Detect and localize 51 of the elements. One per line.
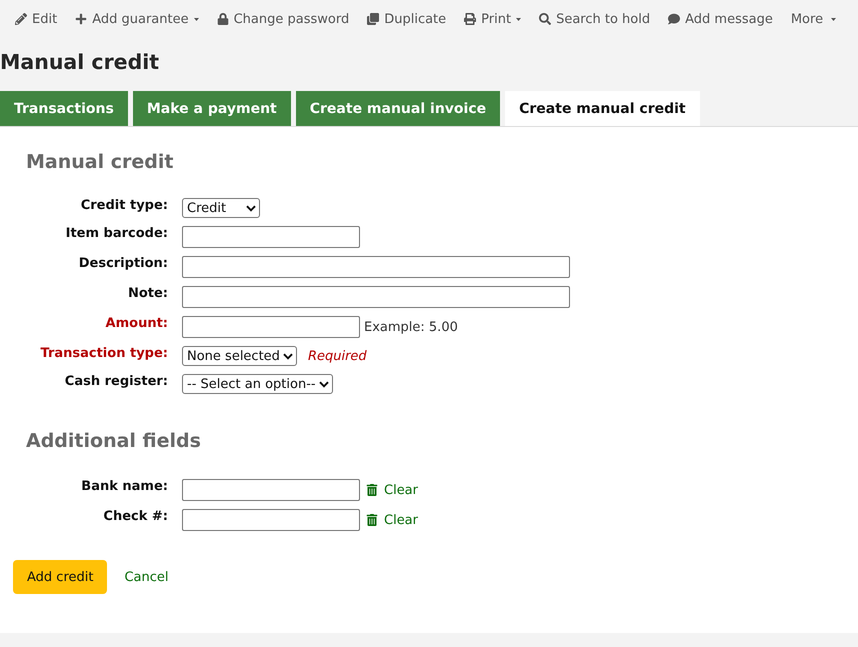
toolbar-button[interactable]: Duplicate: [358, 5, 456, 33]
add-credit-button[interactable]: Add credit: [13, 560, 108, 594]
search-icon: [539, 13, 552, 25]
chevron-down-icon: [318, 380, 329, 388]
copy-icon: [367, 13, 380, 25]
tab[interactable]: Create manual invoice: [296, 91, 500, 126]
plus-icon: [75, 13, 88, 25]
clear-link[interactable]: Clear: [366, 482, 418, 498]
field-label: Bank name:: [80, 479, 168, 495]
speech-bubble-icon: [668, 13, 680, 25]
clear-link[interactable]: Clear: [366, 512, 418, 528]
trash-icon: [366, 514, 378, 526]
field-label: Note:: [126, 286, 168, 302]
tab[interactable]: Create manual credit: [505, 91, 700, 126]
field-label: Amount:: [104, 316, 168, 332]
input-field[interactable]: [182, 226, 360, 248]
input-field[interactable]: [182, 479, 360, 501]
required-text: Required: [308, 348, 367, 364]
section-heading: Additional fields: [26, 429, 202, 453]
toolbar-button[interactable]: Edit: [6, 5, 66, 33]
trash-icon: [366, 484, 378, 496]
field-label: Item barcode:: [64, 226, 168, 242]
field-label: Check #:: [102, 509, 168, 525]
toolbar-button[interactable]: Search to hold: [530, 5, 660, 33]
input-field[interactable]: [182, 316, 360, 338]
dropdown-select[interactable]: None selected: [182, 346, 297, 366]
field-label: Credit type:: [80, 198, 168, 214]
input-field[interactable]: [182, 256, 570, 278]
field-label: Description:: [78, 256, 168, 272]
toolbar-button[interactable]: Add guarantee: [66, 5, 208, 33]
hint-text: Example: 5.00: [364, 320, 458, 334]
chevron-down-icon: [246, 204, 256, 212]
field-label: Cash register:: [64, 374, 168, 390]
toolbar-button[interactable]: More: [782, 5, 846, 33]
input-field[interactable]: [182, 509, 360, 531]
input-field[interactable]: [182, 286, 570, 308]
page-title: Manual credit: [0, 49, 160, 74]
dropdown-select[interactable]: -- Select an option--: [182, 374, 333, 394]
toolbar-button[interactable]: Change password: [208, 5, 358, 33]
pencil-icon: [15, 13, 27, 25]
toolbar-button[interactable]: Print: [455, 5, 530, 33]
cancel-link[interactable]: Cancel: [124, 570, 169, 584]
toolbar-button[interactable]: Add message: [659, 5, 782, 33]
tab[interactable]: Make a payment: [132, 91, 291, 126]
printer-icon: [464, 13, 476, 25]
lock-icon: [216, 13, 229, 25]
chevron-down-icon: [282, 352, 293, 360]
field-label: Transaction type:: [40, 346, 168, 362]
tab[interactable]: Transactions: [0, 91, 128, 126]
section-heading: Manual credit: [26, 150, 174, 174]
dropdown-select[interactable]: Credit: [182, 198, 260, 218]
